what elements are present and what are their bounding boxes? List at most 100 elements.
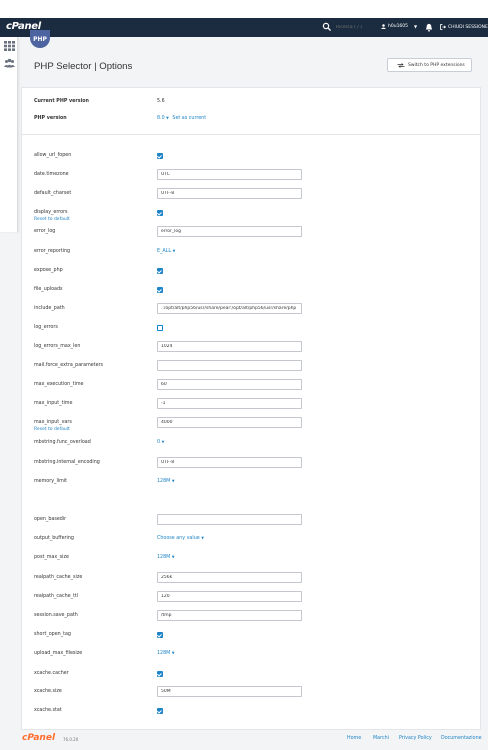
dropdown-value: 128M <box>157 555 171 560</box>
max-execution-time-input[interactable] <box>157 379 302 390</box>
option-label: log_errors <box>34 325 58 330</box>
option-label: file_uploads <box>34 287 63 292</box>
option-label: output_buffering <box>34 536 74 541</box>
display-errors-checkbox[interactable] <box>157 210 163 216</box>
footer-link-trademarks[interactable]: Marchi <box>373 736 389 741</box>
option-label: mbstring.func_overload <box>34 440 91 445</box>
include-path-input[interactable] <box>157 303 302 314</box>
reset-to-default-link[interactable]: Reset to default <box>34 217 70 222</box>
chevron-down-icon: ▼ <box>201 536 204 540</box>
option-label: realpath_cache_size <box>34 575 83 580</box>
log-errors-max-len-input[interactable] <box>157 341 302 352</box>
dropdown-value: E_ALL <box>157 249 172 254</box>
grid-icon[interactable] <box>4 41 15 51</box>
date-timezone-input[interactable] <box>157 169 302 180</box>
logout-button[interactable]: CHIUDI SESSIONE <box>440 24 488 30</box>
mbstring-func-overload-dropdown[interactable]: 0 ▼ <box>157 440 164 445</box>
output-buffering-dropdown[interactable]: Choose any value ▼ <box>157 536 204 541</box>
chevron-down-icon: ▼ <box>171 555 175 559</box>
xcache-stat-checkbox[interactable] <box>157 708 163 714</box>
option-label: max_input_vars <box>34 420 72 425</box>
option-label: expose_php <box>34 268 63 273</box>
realpath-cache-ttl-input[interactable] <box>157 591 302 602</box>
option-label: mail.force_extra_parameters <box>34 363 103 368</box>
max-input-time-input[interactable] <box>157 398 302 409</box>
chevron-down-icon: ▼ <box>171 651 175 655</box>
post-max-size-dropdown[interactable]: 128M ▼ <box>157 555 175 560</box>
short-open-tag-checkbox[interactable] <box>157 632 163 638</box>
reset-to-default-link[interactable]: Reset to default <box>34 427 70 432</box>
file-uploads-checkbox[interactable] <box>157 287 163 293</box>
error-reporting-dropdown[interactable]: E_ALL ▼ <box>157 249 175 254</box>
memory-limit-dropdown[interactable]: 128M ▼ <box>157 479 175 484</box>
top-spacer <box>0 0 488 18</box>
current-php-version-value: 5.6 <box>157 99 165 104</box>
max-input-vars-input[interactable] <box>157 417 302 428</box>
switch-to-extensions-button[interactable]: Switch to PHP extensions <box>387 58 472 72</box>
open-basedir-input[interactable] <box>157 514 302 525</box>
xcache-cacher-checkbox[interactable] <box>157 671 163 677</box>
option-label: max_input_time <box>34 401 73 406</box>
xcache-size-input[interactable] <box>157 686 302 697</box>
footer-link-home[interactable]: Home <box>347 736 361 741</box>
footer-link-documentation[interactable]: Documentazione <box>441 736 482 741</box>
chevron-down-icon: ▼ <box>414 24 418 29</box>
option-label: session.save_path <box>34 613 78 618</box>
switch-button-label: Switch to PHP extensions <box>408 62 465 68</box>
chevron-down-icon: ▼ <box>161 440 165 444</box>
realpath-cache-size-input[interactable] <box>157 572 302 583</box>
option-label: short_open_tag <box>34 632 71 637</box>
option-label: allow_url_fopen <box>34 153 72 158</box>
php-version-selector[interactable]: 8.0 ▼ Set as current <box>157 116 206 121</box>
option-label: post_max_size <box>34 555 69 560</box>
option-label: include_path <box>34 306 65 311</box>
option-label: realpath_cache_ttl <box>34 594 79 599</box>
option-label: error_reporting <box>34 249 71 254</box>
dropdown-value: 128M <box>157 651 171 656</box>
current-php-version-label: Current PHP version <box>34 99 89 104</box>
dropdown-value: 0 <box>157 440 161 445</box>
chevron-down-icon: ▼ <box>171 479 175 483</box>
php-version-value[interactable]: 8.0 <box>157 116 165 121</box>
search-input[interactable] <box>336 21 374 33</box>
option-label: open_basedir <box>34 517 67 522</box>
search-icon[interactable] <box>322 22 332 32</box>
username: h0u1605 <box>388 24 409 29</box>
option-label: max_execution_time <box>34 382 84 387</box>
upload-max-filesize-dropdown[interactable]: 128M ▼ <box>157 651 175 656</box>
footer-link-privacy-policy[interactable]: Privacy Policy <box>399 736 432 741</box>
section-divider <box>22 134 480 135</box>
expose-php-checkbox[interactable] <box>157 268 163 274</box>
dropdown-value: Choose any value <box>157 536 200 541</box>
page-title: PHP Selector | Options <box>34 61 133 72</box>
option-label: date.timezone <box>34 172 69 177</box>
option-label: default_charset <box>34 191 72 196</box>
option-label: error_log <box>34 229 56 234</box>
option-label: mbstring.internal_encoding <box>34 460 100 465</box>
option-label: upload_max_filesize <box>34 651 83 656</box>
php-badge: PHP <box>30 30 50 48</box>
set-as-current-link[interactable]: Set as current <box>172 116 206 121</box>
option-label: memory_limit <box>34 479 67 484</box>
session-save-path-input[interactable] <box>157 610 302 621</box>
log-errors-checkbox[interactable] <box>157 325 163 331</box>
users-icon[interactable] <box>4 58 15 68</box>
bell-icon[interactable] <box>425 23 433 32</box>
user-menu[interactable]: h0u1605 ▼ <box>381 24 417 29</box>
mbstring-internal-encoding-input[interactable] <box>157 457 302 468</box>
logout-label: CHIUDI SESSIONE <box>448 24 488 30</box>
option-label: log_errors_max_len <box>34 344 81 349</box>
error-log-input[interactable] <box>157 226 302 237</box>
footer-cpanel-logo[interactable]: cPanel <box>22 733 55 743</box>
default-charset-input[interactable] <box>157 188 302 199</box>
mail-force-extra-parameters-input[interactable] <box>157 360 302 371</box>
dropdown-value: 128M <box>157 479 171 484</box>
switch-arrows-icon <box>397 62 405 68</box>
allow-url-fopen-checkbox[interactable] <box>157 153 163 159</box>
option-label: xcache.stat <box>34 708 62 713</box>
php-version-label: PHP version <box>34 116 67 121</box>
top-navigation-bar: cPanel h0u1605 ▼ CHIUDI SESSIONE <box>0 18 488 37</box>
chevron-down-icon: ▼ <box>166 116 169 120</box>
sidebar <box>0 37 18 232</box>
user-icon <box>381 24 386 29</box>
